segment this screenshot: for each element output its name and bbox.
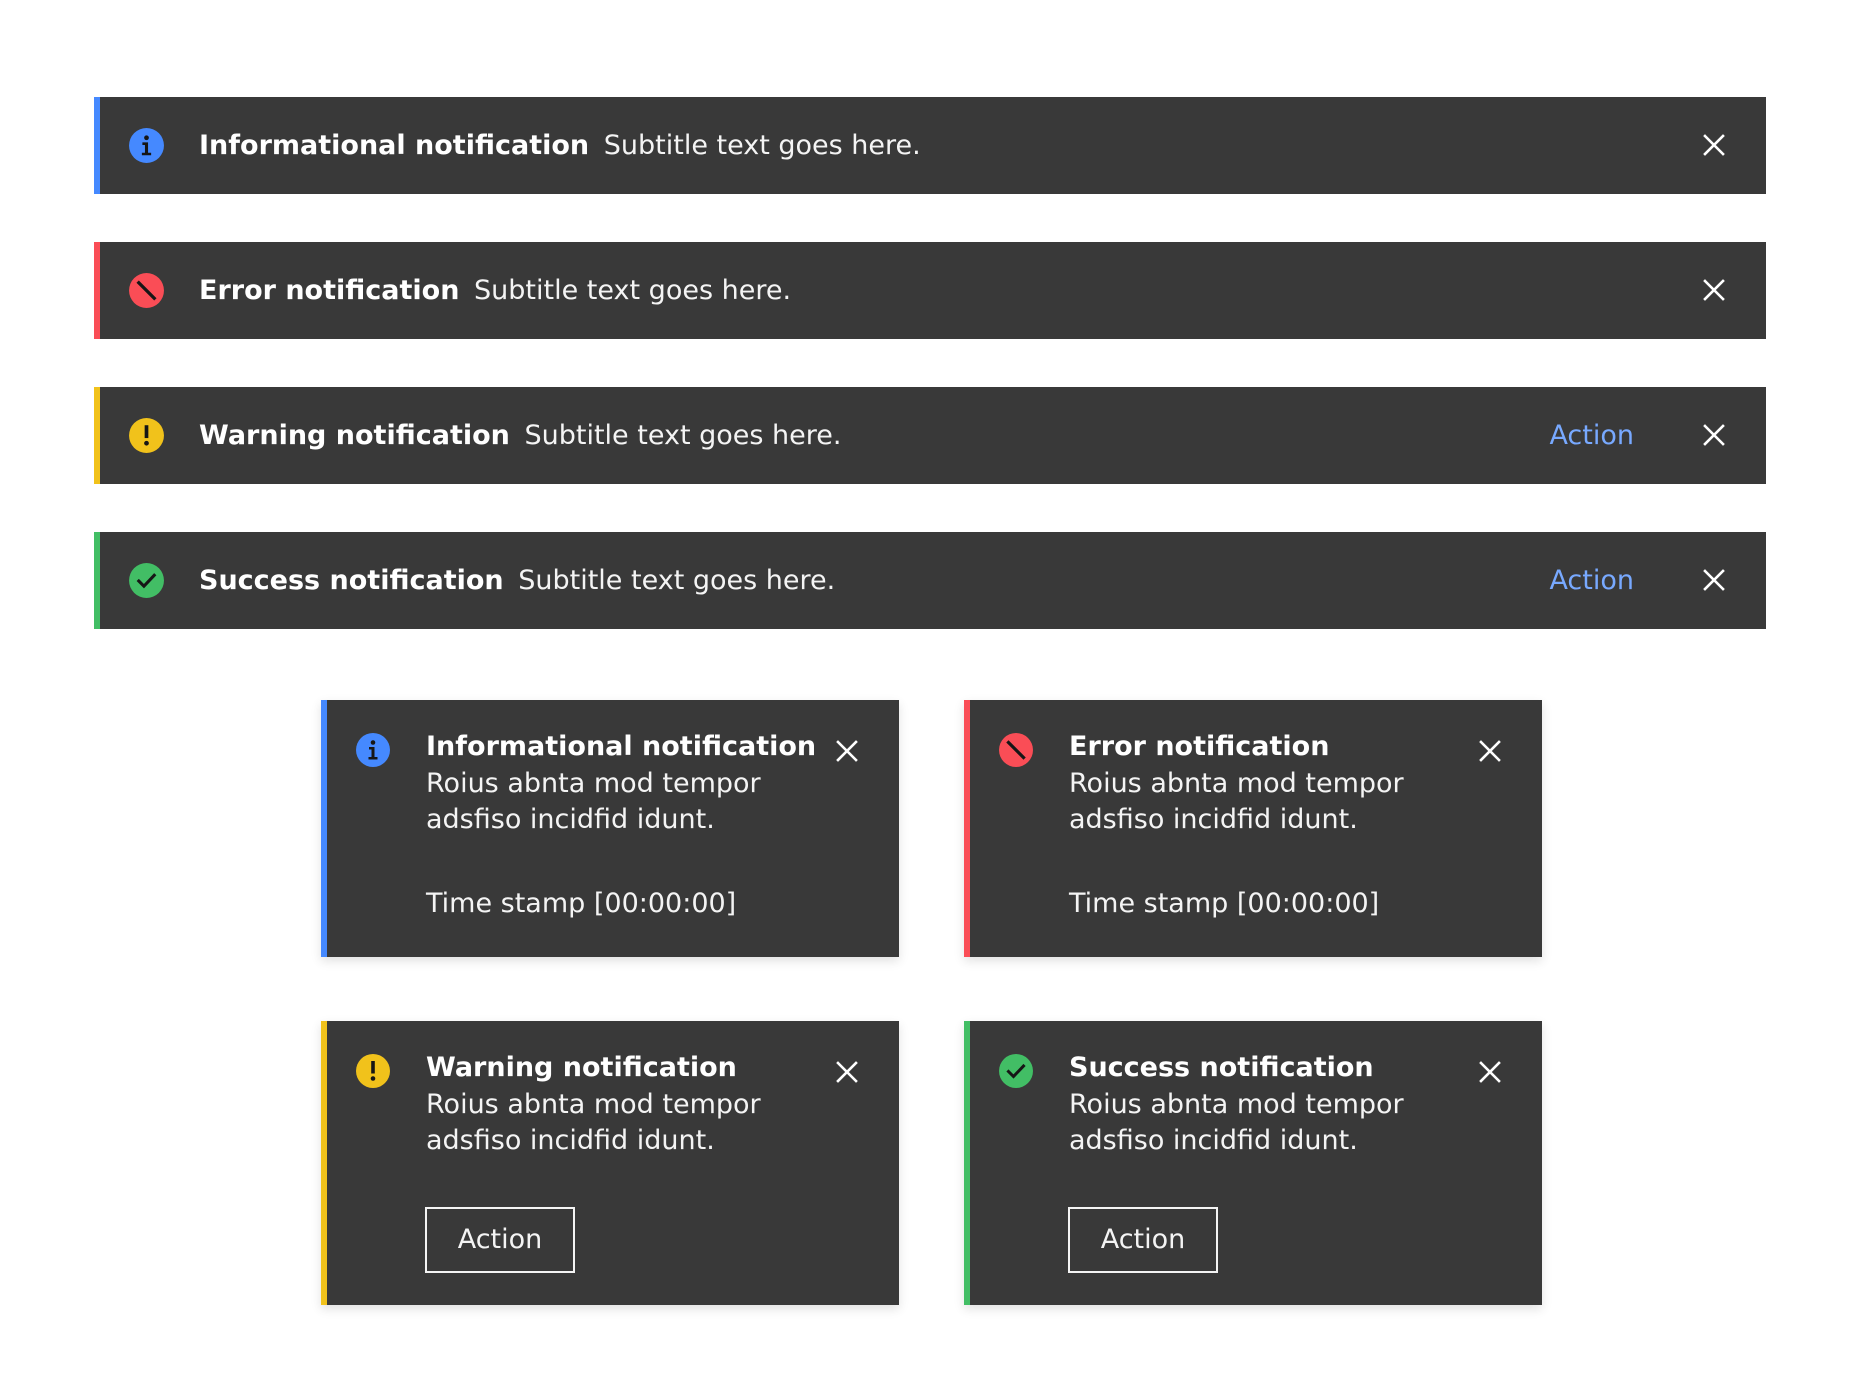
- action-button[interactable]: Action: [425, 1207, 575, 1273]
- notification-title: Error notification: [1069, 731, 1330, 762]
- timestamp: Time stamp [00:00:00]: [426, 888, 737, 919]
- notification-subtitle: Subtitle text goes here.: [518, 565, 836, 596]
- close-icon[interactable]: [1698, 564, 1730, 596]
- notification-text: Success notification Subtitle text goes …: [199, 532, 835, 629]
- notification-body: Roius abnta mod tempor adsfiso incidfid …: [1069, 768, 1404, 835]
- accent-bar: [94, 97, 100, 194]
- accent-bar: [94, 242, 100, 339]
- inline-notification-info: Informational notification Subtitle text…: [94, 97, 1766, 194]
- accent-bar: [94, 532, 100, 629]
- notification-body: Roius abnta mod tempor adsfiso incidfid …: [1069, 1089, 1404, 1156]
- notification-subtitle: Subtitle text goes here.: [603, 130, 921, 161]
- action-link[interactable]: Action: [1549, 387, 1634, 484]
- inline-notification-warning: Warning notification Subtitle text goes …: [94, 387, 1766, 484]
- toast-notification-error: Error notification Roius abnta mod tempo…: [964, 700, 1542, 957]
- notification-text: Error notification Subtitle text goes he…: [199, 242, 791, 339]
- notification-text: Informational notification Subtitle text…: [199, 97, 921, 194]
- timestamp: Time stamp [00:00:00]: [1069, 888, 1380, 919]
- notification-body: Roius abnta mod tempor adsfiso incidfid …: [426, 1089, 761, 1156]
- notification-title: Success notification: [1069, 1052, 1374, 1083]
- success-icon: [129, 563, 164, 598]
- notification-title: Error notification: [199, 275, 460, 306]
- warning-icon: [129, 418, 164, 453]
- warning-icon: [356, 1054, 390, 1088]
- info-icon: [356, 733, 390, 767]
- action-button[interactable]: Action: [1068, 1207, 1218, 1273]
- close-icon[interactable]: [831, 735, 863, 767]
- error-icon: [999, 733, 1033, 767]
- notification-title: Warning notification: [426, 1052, 737, 1083]
- close-icon[interactable]: [1474, 1056, 1506, 1088]
- notification-title: Informational notification: [426, 731, 817, 762]
- inline-notification-success: Success notification Subtitle text goes …: [94, 532, 1766, 629]
- notification-title: Success notification: [199, 565, 504, 596]
- close-icon[interactable]: [1474, 735, 1506, 767]
- notification-title: Informational notification: [199, 130, 590, 161]
- close-icon[interactable]: [831, 1056, 863, 1088]
- toast-notification-success: Success notification Roius abnta mod tem…: [964, 1021, 1542, 1305]
- inline-notification-error: Error notification Subtitle text goes he…: [94, 242, 1766, 339]
- close-icon[interactable]: [1698, 129, 1730, 161]
- notification-subtitle: Subtitle text goes here.: [524, 420, 842, 451]
- accent-bar: [321, 700, 327, 957]
- close-icon[interactable]: [1698, 419, 1730, 451]
- notification-text: Warning notification Subtitle text goes …: [199, 387, 841, 484]
- notification-body: Roius abnta mod tempor adsfiso incidfid …: [426, 768, 761, 835]
- toast-notification-warning: Warning notification Roius abnta mod tem…: [321, 1021, 899, 1305]
- accent-bar: [964, 1021, 970, 1305]
- accent-bar: [964, 700, 970, 957]
- error-icon: [129, 273, 164, 308]
- info-icon: [129, 128, 164, 163]
- toast-notification-info: Informational notification Roius abnta m…: [321, 700, 899, 957]
- close-icon[interactable]: [1698, 274, 1730, 306]
- notification-title: Warning notification: [199, 420, 510, 451]
- accent-bar: [94, 387, 100, 484]
- notification-subtitle: Subtitle text goes here.: [474, 275, 792, 306]
- accent-bar: [321, 1021, 327, 1305]
- action-link[interactable]: Action: [1549, 532, 1634, 629]
- success-icon: [999, 1054, 1033, 1088]
